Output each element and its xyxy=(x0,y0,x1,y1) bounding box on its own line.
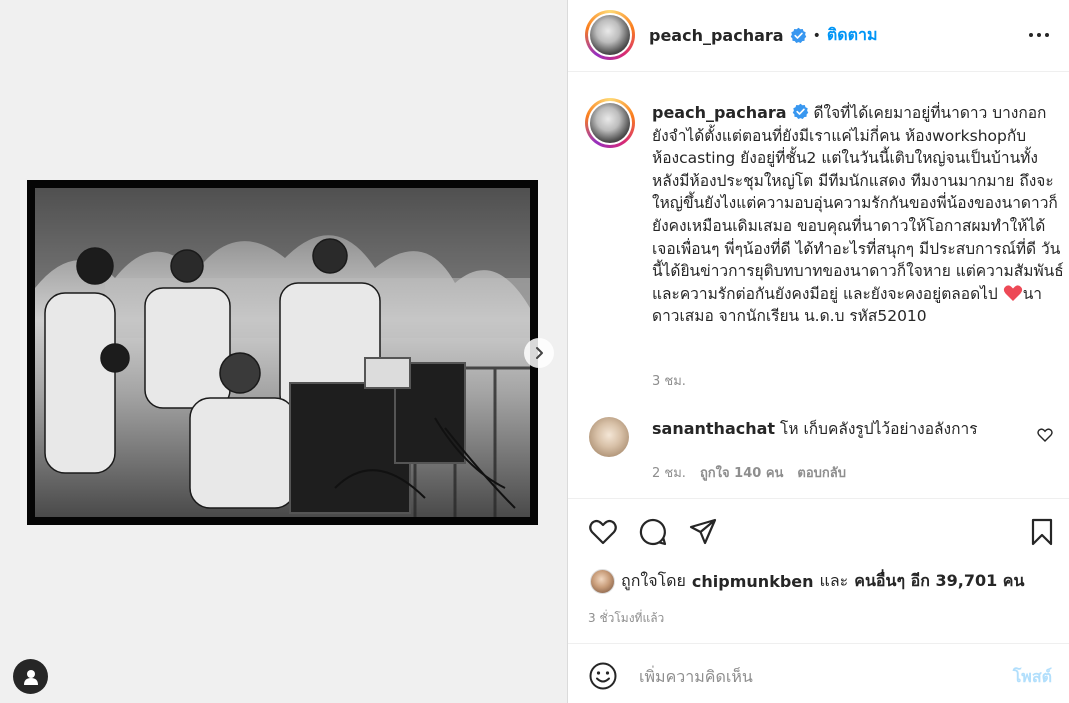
verified-badge-icon xyxy=(790,27,806,44)
instagram-post-modal: peach_pachara • ติดตาม peach_pachara ดีใ… xyxy=(0,0,1069,703)
verified-badge-icon xyxy=(792,103,808,120)
follow-button[interactable]: ติดตาม xyxy=(827,23,878,48)
post-photo[interactable] xyxy=(27,180,538,525)
author-avatar[interactable] xyxy=(585,10,635,60)
comment-username[interactable]: sananthachat xyxy=(652,419,775,438)
likes-summary: ถูกใจโดย chipmunkben และ คนอื่นๆ อีก 39,… xyxy=(590,569,1024,594)
user-silhouette-icon xyxy=(23,669,38,685)
comment-text: โห เก็บคลังรูปไว้อย่างอลังการ xyxy=(780,420,978,438)
comment-bubble-icon[interactable] xyxy=(638,517,668,547)
red-heart-emoji-icon xyxy=(1003,285,1022,301)
reply-button[interactable]: ตอบกลับ xyxy=(797,462,846,483)
media-pane xyxy=(0,0,567,703)
likes-and: และ xyxy=(819,571,849,590)
caption-time[interactable]: 3 ชม. xyxy=(652,370,686,391)
caption-text: ดีใจที่ได้เคยมาอยู่ที่นาดาว บางกอก ยังจำ… xyxy=(652,104,1064,303)
comment-meta: 2 ชม. ถูกใจ 140 คน ตอบกลับ xyxy=(652,462,846,483)
author-username[interactable]: peach_pachara xyxy=(649,26,784,45)
header-dot: • xyxy=(812,27,821,44)
comment-input[interactable] xyxy=(639,662,999,690)
posted-ago[interactable]: 3 ชั่วโมงที่แล้ว xyxy=(588,609,664,628)
comment-like-icon[interactable] xyxy=(1037,427,1053,443)
add-comment-bar: โพสต์ xyxy=(568,643,1069,703)
caption-author-avatar[interactable] xyxy=(585,98,635,148)
liker-avatar[interactable] xyxy=(590,569,615,594)
liker-username[interactable]: chipmunkben xyxy=(692,572,814,591)
more-horizontal-icon[interactable] xyxy=(1028,27,1050,43)
photo-illustration xyxy=(35,188,530,517)
post-header: peach_pachara • ติดตาม xyxy=(568,0,1069,72)
chevron-right-icon xyxy=(536,347,543,359)
likes-others[interactable]: คนอื่นๆ อีก 39,701 คน xyxy=(854,569,1024,594)
post-comment-button[interactable]: โพสต์ xyxy=(1013,665,1052,690)
smiley-icon[interactable] xyxy=(588,661,618,691)
paper-plane-icon[interactable] xyxy=(688,517,718,547)
photo-content xyxy=(35,188,530,517)
carousel-next-button[interactable] xyxy=(524,338,554,368)
heart-outline-icon[interactable] xyxy=(588,517,618,547)
comment-time[interactable]: 2 ชม. xyxy=(652,462,686,483)
comment-body: sananthachat โห เก็บคลังรูปไว้อย่างอลังก… xyxy=(652,418,1032,440)
likes-prefix: ถูกใจโดย xyxy=(621,571,686,590)
post-side-panel: peach_pachara • ติดตาม peach_pachara ดีใ… xyxy=(567,0,1069,703)
bookmark-icon[interactable] xyxy=(1027,517,1057,547)
post-actions: ถูกใจโดย chipmunkben และ คนอื่นๆ อีก 39,… xyxy=(568,498,1069,653)
caption-username[interactable]: peach_pachara xyxy=(652,103,787,122)
comment-likes[interactable]: ถูกใจ 140 คน xyxy=(700,462,783,483)
post-caption: peach_pachara ดีใจที่ได้เคยมาอยู่ที่นาดา… xyxy=(652,102,1064,328)
comment-avatar[interactable] xyxy=(589,417,629,457)
header-author-row: peach_pachara • ติดตาม xyxy=(649,23,878,48)
caption-area: peach_pachara ดีใจที่ได้เคยมาอยู่ที่นาดา… xyxy=(568,72,1069,498)
profile-button[interactable] xyxy=(13,659,48,694)
